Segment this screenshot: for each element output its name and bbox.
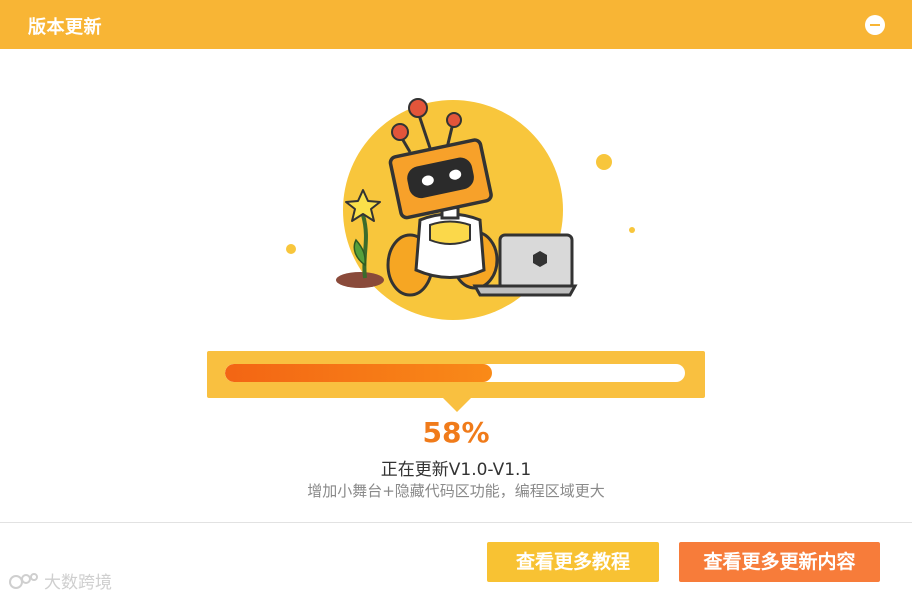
title-bar: 版本更新 (0, 0, 912, 49)
more-tutorials-button[interactable]: 查看更多教程 (487, 542, 659, 582)
more-updates-button[interactable]: 查看更多更新内容 (679, 542, 880, 582)
update-status-text: 正在更新V1.0-V1.1 (380, 460, 532, 480)
illustration-dot (596, 154, 612, 170)
footer-divider (0, 522, 912, 523)
dialog-title: 版本更新 (28, 17, 102, 38)
progress-bar (225, 364, 685, 382)
progress-percent: 58% (422, 416, 490, 449)
illustration-dot (286, 244, 296, 254)
minimize-icon[interactable] (865, 15, 885, 35)
watermark-logo-icon (9, 573, 38, 589)
watermark: 大数跨境 (8, 568, 112, 593)
progress-panel (207, 351, 705, 412)
watermark-text: 大数跨境 (44, 572, 112, 593)
progress-fill (225, 364, 492, 382)
robot-with-laptop-illustration (286, 98, 635, 320)
illustration-dot (629, 227, 635, 233)
update-description: 增加小舞台+隐藏代码区功能，编程区域更大 (307, 482, 605, 500)
update-dialog: 版本更新 58% 正在更新V1.0-V1.1 增加小舞台+隐藏代码区功能，编程区… (0, 0, 912, 599)
